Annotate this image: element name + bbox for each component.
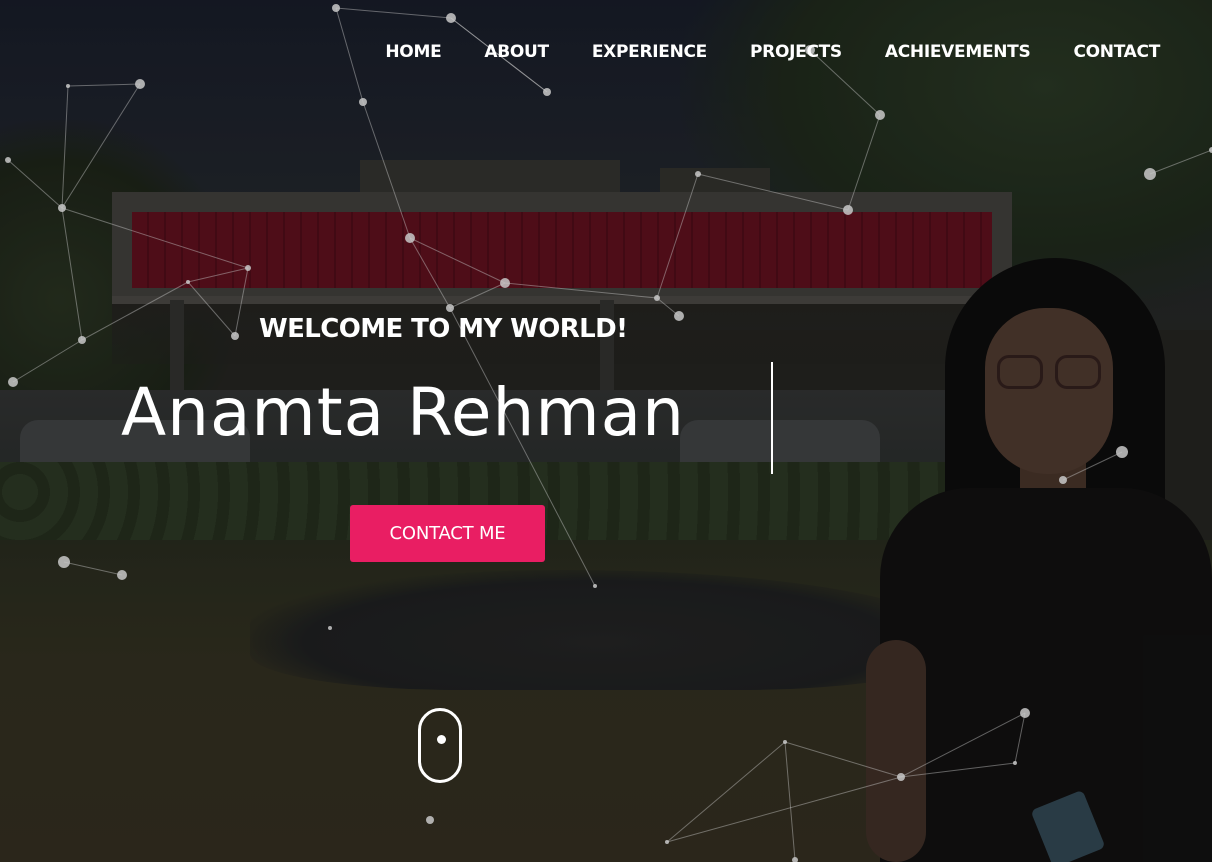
hero-welcome-text: WELCOME TO MY WORLD! [259, 314, 628, 344]
particle-link [847, 114, 881, 211]
nav-about[interactable]: ABOUT [484, 42, 549, 62]
particle-link [362, 101, 411, 239]
particle-link [61, 83, 141, 209]
particle-dot [654, 295, 660, 301]
particle-dot [186, 280, 190, 284]
particle-dot [665, 840, 669, 844]
particle-dot [328, 626, 332, 630]
particle-link [449, 282, 506, 309]
particle-dot [875, 110, 885, 120]
particle-link [784, 741, 902, 778]
particle-dot [5, 157, 11, 163]
particle-link [187, 281, 236, 337]
particle-link [335, 7, 452, 19]
particle-link [409, 237, 451, 309]
particle-dot [231, 332, 239, 340]
particle-link [61, 85, 69, 209]
particle-link [666, 776, 902, 843]
scroll-wheel-dot [437, 735, 446, 744]
particle-dot [446, 13, 456, 23]
particle-dot [66, 84, 70, 88]
particle-link [900, 712, 1026, 778]
nav-home[interactable]: HOME [385, 42, 441, 62]
particle-link [1014, 712, 1026, 764]
particle-dot [446, 304, 454, 312]
particle-dot [1020, 708, 1030, 718]
particle-dot [792, 857, 798, 862]
particle-link [61, 207, 249, 269]
particle-dot [426, 816, 434, 824]
particle-link [234, 267, 249, 337]
nav-contact[interactable]: CONTACT [1073, 42, 1160, 62]
particle-link [409, 237, 506, 284]
particle-dot [405, 233, 415, 243]
particle-link [12, 339, 83, 383]
particle-link [784, 741, 796, 861]
particle-dot [135, 79, 145, 89]
particle-dot [1059, 476, 1067, 484]
particle-dot [332, 4, 340, 12]
mouse-scroll-icon[interactable] [418, 708, 462, 783]
particle-link [504, 282, 658, 299]
nav-experience[interactable]: EXPERIENCE [592, 42, 707, 62]
typing-cursor [771, 362, 773, 474]
particle-link [656, 173, 699, 299]
particle-link [666, 741, 786, 843]
particle-dot [58, 556, 70, 568]
particle-link [67, 83, 141, 87]
particle-dot [359, 98, 367, 106]
main-nav: HOME ABOUT EXPERIENCE PROJECTS ACHIEVEME… [385, 42, 1160, 62]
particle-link [335, 7, 364, 103]
particle-link [61, 207, 83, 341]
particle-dot [245, 265, 251, 271]
particle-link [81, 281, 189, 341]
particle-link [7, 159, 63, 209]
particle-link [187, 267, 249, 283]
particle-dot [593, 584, 597, 588]
particle-dot [8, 377, 18, 387]
nav-projects[interactable]: PROJECTS [750, 42, 842, 62]
nav-achievements[interactable]: ACHIEVEMENTS [885, 42, 1031, 62]
particle-dot [78, 336, 86, 344]
particle-dot [58, 204, 66, 212]
particle-dot [1116, 446, 1128, 458]
contact-me-button[interactable]: CONTACT ME [350, 505, 545, 562]
particle-dot [674, 311, 684, 321]
particle-dot [783, 740, 787, 744]
particle-dot [117, 570, 127, 580]
particle-dot [1013, 761, 1017, 765]
particle-dot [1144, 168, 1156, 180]
particle-link [1149, 149, 1212, 175]
particle-dot [843, 205, 853, 215]
hero-name-title: Anamta Rehman [121, 374, 685, 451]
particle-link [63, 561, 123, 576]
particle-link [697, 173, 849, 211]
particle-dot [897, 773, 905, 781]
particle-link [1062, 451, 1123, 481]
particle-dot [543, 88, 551, 96]
particle-dot [500, 278, 510, 288]
particle-dot [695, 171, 701, 177]
particle-link [900, 762, 1016, 778]
